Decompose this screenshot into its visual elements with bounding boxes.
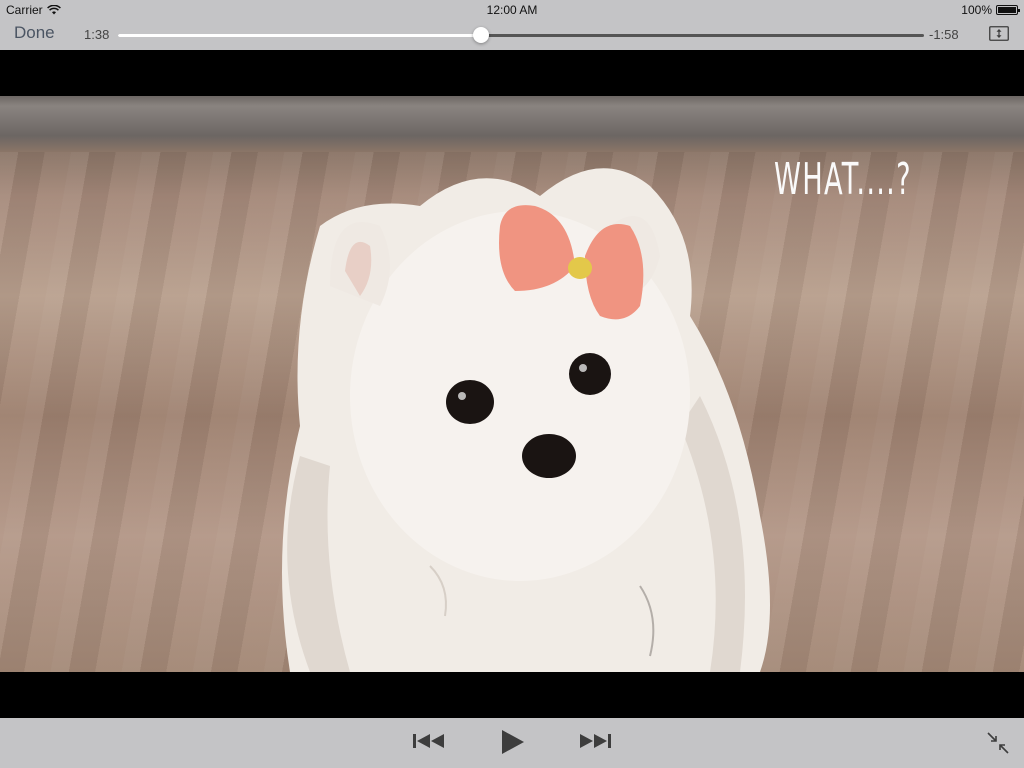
player-top-bar: Done 1:38 -1:58 bbox=[0, 20, 1024, 50]
skip-forward-icon[interactable] bbox=[578, 731, 612, 751]
scrubber-progress bbox=[118, 34, 481, 37]
skip-back-icon[interactable] bbox=[412, 731, 446, 751]
player-controls bbox=[0, 718, 1024, 768]
clock: 12:00 AM bbox=[486, 3, 538, 17]
elapsed-time: 1:38 bbox=[84, 27, 110, 42]
aspect-fill-icon[interactable] bbox=[989, 26, 1009, 41]
status-bar: Carrier 12:00 AM 100% bbox=[0, 0, 1024, 20]
play-icon[interactable] bbox=[500, 729, 526, 755]
battery-percent: 100% bbox=[961, 3, 992, 17]
battery-indicator: 100% bbox=[961, 3, 1020, 17]
video-area[interactable]: WHAT....? bbox=[0, 50, 1024, 718]
done-button[interactable]: Done bbox=[14, 23, 55, 43]
scrubber-thumb[interactable] bbox=[472, 27, 489, 43]
playback-scrubber[interactable] bbox=[118, 27, 924, 43]
video-caption: WHAT....? bbox=[774, 154, 912, 205]
battery-icon bbox=[996, 5, 1020, 15]
video-frame[interactable]: WHAT....? bbox=[0, 96, 1024, 672]
minimize-icon[interactable] bbox=[987, 732, 1009, 754]
remaining-time: -1:58 bbox=[929, 27, 959, 42]
